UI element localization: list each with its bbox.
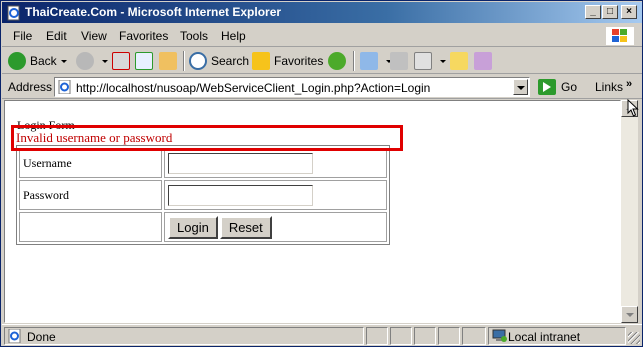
status-pane: [462, 327, 486, 345]
print-button[interactable]: [390, 51, 412, 71]
local-intranet-icon: [492, 329, 507, 342]
folder-button[interactable]: [450, 51, 472, 71]
ie-page-icon: [7, 5, 20, 21]
status-pane: [438, 327, 460, 345]
back-arrow-icon: [8, 52, 26, 70]
ie-page-icon: [8, 329, 21, 343]
password-input[interactable]: [168, 184, 313, 206]
toolbar-separator: [353, 51, 355, 71]
password-cell: [164, 180, 387, 210]
mail-icon: [360, 52, 378, 70]
messenger-icon: [474, 52, 492, 70]
status-text: Done: [27, 330, 56, 344]
windows-logo-icon: [606, 27, 634, 45]
favorites-button[interactable]: Favorites: [252, 51, 323, 71]
refresh-icon: [135, 52, 153, 70]
folder-icon: [450, 52, 468, 70]
address-dropdown-button[interactable]: [513, 79, 528, 95]
edit-icon: [414, 52, 432, 70]
menu-help[interactable]: Help: [221, 29, 246, 43]
links-button[interactable]: Links: [595, 80, 623, 94]
menu-favorites[interactable]: Favorites: [119, 29, 168, 43]
address-label: Address: [8, 80, 53, 94]
scroll-down-button[interactable]: [621, 306, 638, 323]
title-bar: ThaiCreate.Com - Microsoft Internet Expl…: [2, 2, 642, 23]
menu-tools[interactable]: Tools: [180, 29, 208, 43]
security-zone-text: Local intranet: [508, 330, 581, 344]
address-bar: Address http://localhost/nusoap/WebServi…: [2, 75, 642, 99]
back-button[interactable]: Back: [8, 51, 67, 71]
history-button[interactable]: [328, 51, 350, 71]
forward-dropdown-icon: [102, 59, 108, 63]
refresh-button[interactable]: [135, 51, 157, 71]
window-title: ThaiCreate.Com - Microsoft Internet Expl…: [25, 5, 282, 19]
forward-button[interactable]: [76, 51, 108, 71]
error-message: Invalid username or password: [16, 130, 173, 145]
stop-button[interactable]: [112, 51, 134, 71]
print-icon: [390, 52, 408, 70]
mouse-cursor-icon: [627, 99, 639, 117]
search-label: Search: [211, 54, 250, 68]
home-icon: [159, 52, 177, 70]
buttons-cell: Login Reset: [164, 212, 387, 242]
address-url: http://localhost/nusoap/WebServiceClient…: [76, 81, 431, 95]
status-pane-main: Done: [4, 327, 364, 345]
edit-dropdown-icon: [440, 59, 446, 63]
username-cell: [164, 148, 387, 178]
username-input[interactable]: [168, 152, 313, 174]
browser-window: ThaiCreate.Com - Microsoft Internet Expl…: [0, 0, 643, 347]
status-pane: [366, 327, 388, 345]
vertical-scrollbar[interactable]: [621, 100, 638, 323]
search-button[interactable]: Search: [189, 51, 249, 71]
back-dropdown-icon: [60, 59, 67, 63]
address-input[interactable]: http://localhost/nusoap/WebServiceClient…: [54, 77, 530, 97]
empty-cell: [19, 212, 162, 242]
mail-button[interactable]: [360, 51, 392, 71]
search-icon: [189, 52, 207, 70]
resize-grip-icon[interactable]: [628, 332, 640, 344]
toolbar: Back Search Favorites: [2, 48, 642, 74]
page-content: Login Form Username Password LoginReset: [4, 100, 621, 323]
history-icon: [328, 52, 346, 70]
back-label: Back: [30, 54, 57, 68]
login-form-table: Username Password Login Reset: [16, 145, 390, 245]
minimize-button[interactable]: _: [585, 5, 601, 19]
status-pane: [414, 327, 436, 345]
forward-arrow-icon: [76, 52, 94, 70]
menu-file[interactable]: File: [13, 29, 32, 43]
status-bar: Done Local intranet: [2, 324, 642, 346]
username-label: Username: [19, 148, 162, 178]
menu-bar: File Edit View Favorites Tools Help: [2, 25, 642, 47]
go-arrow-icon: [538, 79, 556, 95]
status-pane: [390, 327, 412, 345]
home-button[interactable]: [159, 51, 181, 71]
links-chevron-icon[interactable]: »: [626, 78, 632, 90]
go-button[interactable]: Go: [538, 78, 577, 96]
go-label: Go: [561, 80, 578, 94]
messenger-button[interactable]: [474, 51, 496, 71]
favorites-label: Favorites: [274, 54, 324, 68]
ie-page-icon: [58, 80, 71, 94]
stop-icon: [112, 52, 130, 70]
toolbar-separator: [183, 51, 185, 71]
close-button[interactable]: ×: [621, 5, 637, 19]
edit-button[interactable]: [414, 51, 446, 71]
menu-view[interactable]: View: [81, 29, 107, 43]
menu-edit[interactable]: Edit: [46, 29, 67, 43]
star-icon: [252, 52, 270, 70]
maximize-button[interactable]: □: [602, 5, 618, 19]
password-label: Password: [19, 180, 162, 210]
login-button[interactable]: Login: [168, 215, 218, 239]
reset-button[interactable]: Reset: [219, 215, 272, 239]
